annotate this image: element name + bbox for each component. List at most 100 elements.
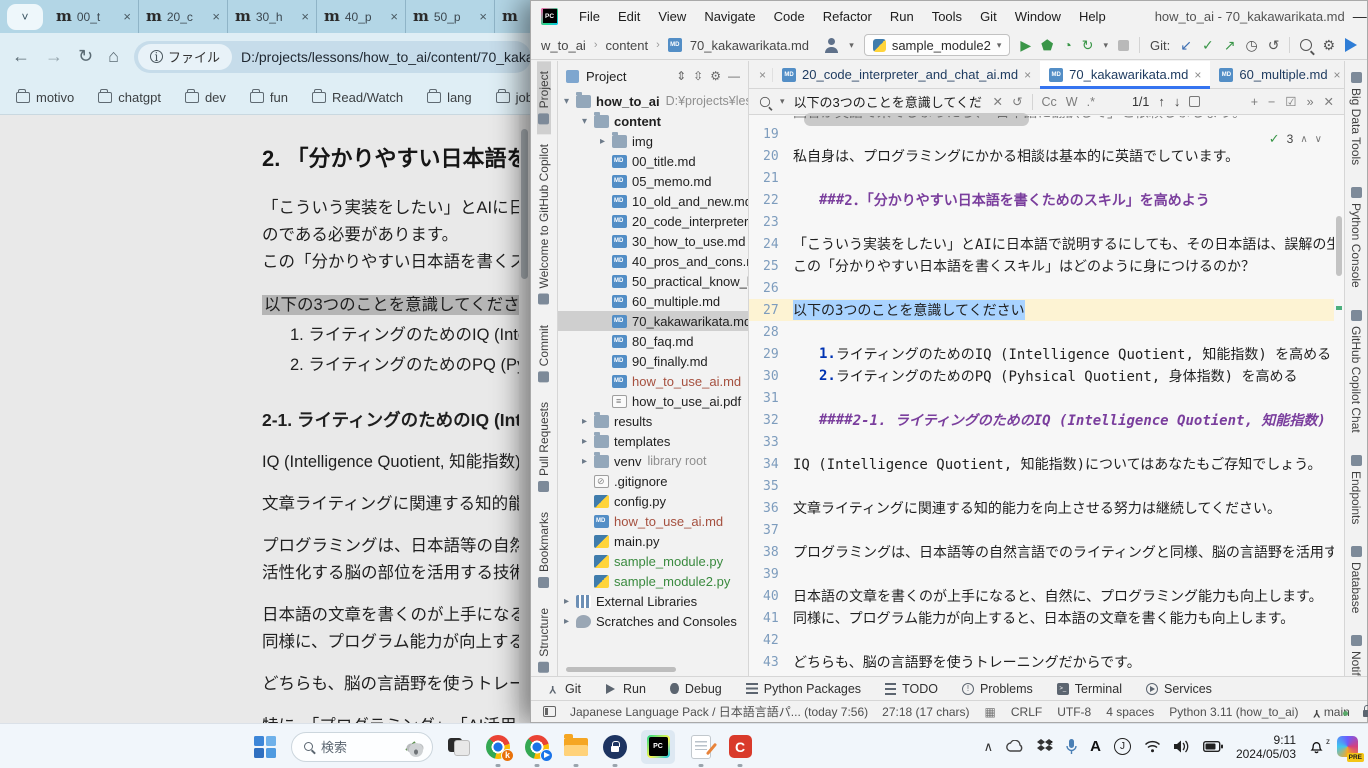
code-line[interactable]: 23	[749, 211, 1334, 233]
line-number[interactable]: 43	[749, 655, 793, 670]
browser-tab[interactable]: m 20_c ×	[138, 0, 227, 33]
notifications-bell-icon[interactable]: z	[1309, 739, 1324, 754]
breadcrumb-project[interactable]: w_to_ai	[541, 38, 586, 53]
code-line[interactable]: 25 この「分かりやすい日本語を書くスキル」はどのように身につけるのか？	[749, 255, 1334, 277]
code-line[interactable]: 35	[749, 475, 1334, 497]
browser-scrollbar[interactable]	[519, 115, 530, 723]
line-number[interactable]: 20	[749, 149, 793, 164]
bookmark-folder[interactable]: Read/Watch	[312, 90, 403, 105]
menu-item[interactable]: View	[651, 7, 693, 26]
line-number[interactable]: 40	[749, 589, 793, 604]
git-branch-widget[interactable]: main	[1313, 705, 1347, 719]
tree-chevron-icon[interactable]	[600, 136, 612, 147]
editor-scrollbar[interactable]	[1334, 116, 1344, 676]
tab-close-icon[interactable]: ×	[1024, 68, 1031, 82]
code-line[interactable]: 19	[749, 123, 1334, 145]
scrollbar-thumb[interactable]	[1336, 216, 1342, 276]
line-number[interactable]: 19	[749, 127, 793, 142]
tree-chevron-icon[interactable]	[564, 616, 576, 627]
tab-search-button[interactable]: ˅	[7, 4, 43, 30]
code-line[interactable]: 18 回答が英語で来てしまったら、「日本語に翻訳して」と依頼しましょう。	[749, 116, 1334, 123]
breadcrumb-folder[interactable]: content	[605, 38, 648, 53]
menu-item[interactable]: Refactor	[816, 7, 879, 26]
inspections-widget[interactable]: ✓ 3 ∧ ∨	[1269, 131, 1322, 147]
menu-item[interactable]: Git	[973, 7, 1004, 26]
tree-item[interactable]: templates	[558, 431, 748, 451]
bookmark-folder[interactable]: chatgpt	[98, 90, 161, 105]
code-line[interactable]: 30 2. ライティングのためのPQ (Pyhsical Quotient, 身…	[749, 365, 1334, 387]
lock-icon[interactable]	[1363, 710, 1368, 717]
clipped-tab-close-icon[interactable]: ×	[753, 68, 773, 82]
search-everywhere-icon[interactable]	[1300, 39, 1312, 51]
clear-search-icon[interactable]: ✕	[993, 94, 1003, 109]
menu-item[interactable]: Window	[1008, 7, 1068, 26]
menu-item[interactable]: File	[572, 7, 607, 26]
project-horizontal-scrollbar[interactable]	[566, 667, 676, 672]
browser-tab-partial[interactable]: m	[494, 0, 518, 33]
close-find-bar-icon[interactable]: ✕	[1324, 94, 1334, 109]
tree-chevron-icon[interactable]	[564, 96, 576, 107]
tree-item[interactable]: 10_old_and_new.md	[558, 191, 748, 211]
line-number[interactable]: 38	[749, 545, 793, 560]
menu-item[interactable]: Tools	[925, 7, 969, 26]
bookmark-folder[interactable]: fun	[250, 90, 288, 105]
git-commit-icon[interactable]: ✓	[1202, 38, 1214, 52]
rollback-icon[interactable]: ↺	[1268, 38, 1280, 52]
debug-button[interactable]: ⬟	[1041, 38, 1053, 52]
speaker-icon[interactable]	[1174, 740, 1190, 753]
scrollbar-thumb[interactable]	[521, 129, 528, 279]
tool-window-button[interactable]: Git	[547, 682, 581, 696]
history-clock-icon[interactable]: ◷	[1245, 38, 1257, 52]
expand-all-icon[interactable]: ⇕	[676, 69, 686, 83]
stop-button[interactable]	[1118, 40, 1129, 51]
hide-panel-icon[interactable]: —	[728, 69, 740, 83]
browser-tab[interactable]: m 00_t ×	[49, 0, 138, 33]
tool-window-tab[interactable]: Endpoints	[1349, 444, 1363, 535]
task-view-button[interactable]	[446, 734, 472, 760]
tab-close-icon[interactable]: ×	[301, 9, 309, 24]
search-query-input[interactable]: 以下の3つのことを意識してください	[794, 92, 984, 111]
tool-window-tab[interactable]: Pull Requests	[537, 392, 551, 502]
caret-position[interactable]: 27:18 (17 chars)	[882, 705, 969, 719]
line-separator[interactable]: CRLF	[1011, 705, 1042, 719]
tool-window-tab[interactable]: Project	[537, 61, 551, 134]
browser-tab[interactable]: m 30_h ×	[227, 0, 316, 33]
code-line[interactable]: 21	[749, 167, 1334, 189]
find-in-selection-icon[interactable]	[1189, 96, 1200, 107]
line-number[interactable]: 41	[749, 611, 793, 626]
code-line[interactable]: 43 どちらも、脳の言語野を使うトレーニングだからです。	[749, 651, 1334, 673]
code-line[interactable]: 36 文章ライティングに関連する知的能力を向上させる努力は継続してください。	[749, 497, 1334, 519]
tree-chevron-icon[interactable]	[582, 416, 594, 427]
bookmark-folder[interactable]: dev	[185, 90, 226, 105]
previous-match-icon[interactable]: ↑	[1158, 94, 1165, 109]
tree-item[interactable]: config.py	[558, 491, 748, 511]
editor-tab[interactable]: 60_multiple.md ×	[1210, 61, 1344, 89]
minimize-button[interactable]: —	[1353, 8, 1367, 24]
microphone-icon[interactable]	[1066, 739, 1077, 755]
tool-window-button[interactable]: TODO	[885, 682, 938, 696]
tree-item[interactable]: 05_memo.md	[558, 171, 748, 191]
whole-words-toggle[interactable]: W	[1066, 95, 1078, 109]
tab-close-icon[interactable]: ×	[1334, 68, 1341, 82]
tree-item[interactable]: results	[558, 411, 748, 431]
line-number[interactable]: 35	[749, 479, 793, 494]
chevron-down-icon[interactable]: ▾	[780, 96, 785, 107]
git-update-icon[interactable]: ↙	[1180, 38, 1192, 52]
line-number[interactable]: 28	[749, 325, 793, 340]
code-line[interactable]: 26	[749, 277, 1334, 299]
snagit-button[interactable]: C	[727, 734, 753, 760]
taskbar-search-box[interactable]: 検索	[291, 732, 433, 762]
code-line[interactable]: 24 「こういう実装をしたい」とAIに日本語で説明するにしても、その日本語は、誤…	[749, 233, 1334, 255]
bookmark-folder[interactable]: motivo	[16, 90, 74, 105]
line-number[interactable]: 39	[749, 567, 793, 582]
remove-occurrence-icon[interactable]: −	[1268, 95, 1275, 109]
start-button[interactable]	[252, 734, 278, 760]
tree-item[interactable]: img	[558, 131, 748, 151]
git-push-icon[interactable]: ↗	[1224, 38, 1236, 52]
search-history-icon[interactable]: ↺	[1012, 94, 1022, 109]
code-line[interactable]: 42	[749, 629, 1334, 651]
tree-chevron-icon[interactable]	[582, 436, 594, 447]
line-number[interactable]: 29	[749, 347, 793, 362]
tool-window-button[interactable]: Run	[605, 682, 646, 696]
layout-icon[interactable]	[543, 706, 556, 717]
